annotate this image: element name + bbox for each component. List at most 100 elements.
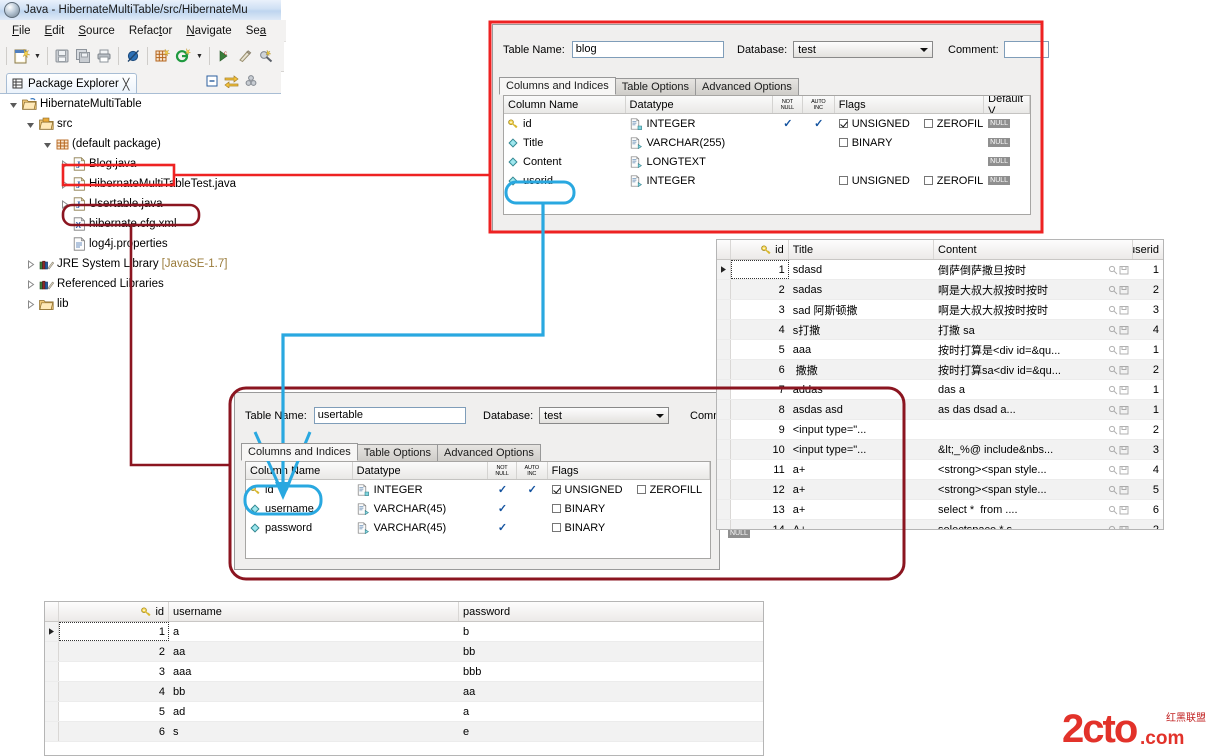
usertable-tab-advanced-options[interactable]: Advanced Options (437, 444, 541, 461)
cell-password[interactable]: bbb (459, 662, 759, 681)
blog-col-header[interactable]: Column Name (504, 96, 626, 113)
blog-grid-header-id[interactable]: id (731, 240, 789, 259)
cell-title[interactable]: asdas asd (789, 400, 934, 419)
datatype-cell[interactable]: INTEGER (353, 480, 488, 499)
flags-cell[interactable]: BINARY (548, 499, 710, 518)
checkbox-icon[interactable] (838, 138, 848, 147)
tree-item-hibernate-cfg-xml[interactable]: Xhibernate.cfg.xml (0, 214, 281, 234)
cell-userid[interactable]: 5 (1133, 480, 1163, 499)
cell-tools[interactable] (1108, 465, 1129, 475)
flag-zerofill[interactable]: ZEROFILL (923, 118, 984, 130)
cell-content[interactable]: 倒萨倒萨撒旦按时 (934, 260, 1133, 279)
menu-navigate[interactable]: Navigate (179, 23, 238, 39)
cell-id[interactable]: 8 (731, 400, 789, 419)
datatype-cell[interactable]: VARCHAR(255) (626, 133, 773, 152)
checkbox-icon[interactable] (923, 119, 933, 128)
blog-data-grid[interactable]: idTitleContentuserid 1sdasd倒萨倒萨撒旦按时12sad… (716, 239, 1164, 530)
cell-title[interactable]: a+ (789, 500, 934, 519)
row-marker[interactable] (717, 460, 731, 479)
usertable-col-header[interactable]: Column Name (246, 462, 353, 479)
cell-id[interactable]: 4 (59, 682, 169, 701)
cell-userid[interactable]: 3 (1133, 300, 1163, 319)
cell-password[interactable]: bb (459, 642, 759, 661)
checkbox-icon[interactable] (838, 176, 848, 185)
usertable-col-header[interactable]: Datatype (353, 462, 489, 479)
usertable-column-row[interactable]: password VARCHAR(45) ✓ BINARY (246, 518, 710, 537)
cell-username[interactable]: a (169, 622, 459, 641)
usertable-data-row[interactable]: 5 ad a (45, 702, 763, 722)
cell-tools[interactable] (1108, 385, 1129, 395)
cell-content[interactable]: 按时打算sa<div id=&qu... (934, 360, 1133, 379)
usertable-table-name-input[interactable] (313, 407, 466, 424)
checkbox-icon[interactable] (838, 119, 848, 128)
blog-database-select[interactable]: test (793, 41, 934, 58)
default-value-cell[interactable]: NULL (984, 133, 1030, 152)
checkbox-icon[interactable] (923, 176, 933, 185)
cell-content[interactable]: 啊是大叔大叔按时按时 (934, 280, 1133, 299)
cell-userid[interactable]: 1 (1133, 380, 1163, 399)
cell-id[interactable]: 7 (731, 380, 789, 399)
cell-title[interactable]: 撒撒 (789, 360, 934, 379)
row-marker[interactable] (717, 340, 731, 359)
blog-data-row[interactable]: 6 撒撒 按时打算sa<div id=&qu... 2 (717, 360, 1163, 380)
blog-data-row[interactable]: 2 sadas 啊是大叔大叔按时按时 2 (717, 280, 1163, 300)
cell-userid[interactable]: 1 (1133, 260, 1163, 279)
blog-grid-header-userid[interactable]: userid (1133, 240, 1163, 259)
blog-data-row[interactable]: 14 A+ selectspace * s... 2 (717, 520, 1163, 530)
cell-username[interactable]: s (169, 722, 459, 741)
tree-twisty-collapsed[interactable] (25, 279, 36, 290)
usertable-data-row[interactable]: 4 bb aa (45, 682, 763, 702)
search-icon[interactable] (1108, 445, 1118, 455)
cell-userid[interactable]: 2 (1133, 420, 1163, 439)
blog-data-row[interactable]: 11 a+ <strong><span style... 4 (717, 460, 1163, 480)
cell-id[interactable]: 2 (731, 280, 789, 299)
column-name-cell[interactable]: id (246, 480, 353, 499)
tree-item-log4j-properties[interactable]: log4j.properties (0, 234, 281, 254)
not-null-cell[interactable]: ✓ (488, 499, 517, 518)
cell-username[interactable]: bb (169, 682, 459, 701)
flag-unsigned[interactable]: UNSIGNED (838, 175, 910, 187)
blog-col-header[interactable]: Datatype (626, 96, 773, 113)
usertable-tab-table-options[interactable]: Table Options (356, 444, 438, 461)
tree-twisty-collapsed[interactable] (59, 159, 70, 170)
row-marker[interactable] (717, 500, 731, 519)
checkbox-icon[interactable] (551, 523, 561, 532)
cell-id[interactable]: 5 (59, 702, 169, 721)
save-all-icon[interactable] (73, 46, 93, 66)
blog-comment-input[interactable] (1003, 41, 1049, 58)
tree-item-jre-system-library[interactable]: JRE System Library [JavaSE-1.7] (0, 254, 281, 274)
cell-title[interactable]: aaa (789, 340, 934, 359)
cell-id[interactable]: 1 (730, 260, 789, 279)
cell-id[interactable]: 6 (59, 722, 169, 741)
usertable-col-header[interactable]: NOT NULL (488, 462, 517, 479)
tree-item-lib[interactable]: lib (0, 294, 281, 314)
blog-column-row[interactable]: Title VARCHAR(255) BINARY NULL (504, 133, 1030, 152)
row-marker[interactable] (45, 682, 59, 701)
cell-title[interactable]: A+ (789, 520, 934, 530)
tree-twisty-collapsed[interactable] (25, 259, 36, 270)
auto-inc-cell[interactable] (803, 152, 835, 171)
cell-tools[interactable] (1108, 285, 1129, 295)
row-marker[interactable] (717, 320, 731, 339)
cell-tools[interactable] (1108, 405, 1129, 415)
link-with-editor-icon[interactable] (224, 74, 239, 91)
view-close-icon[interactable]: ╳ (123, 78, 130, 91)
save-cell-icon[interactable] (1119, 465, 1129, 475)
save-cell-icon[interactable] (1119, 445, 1129, 455)
blog-column-row[interactable]: id INTEGER ✓ ✓ UNSIGNED ZEROFILL NULL (504, 114, 1030, 133)
package-explorer-tree[interactable]: HibernateMultiTable src (default package) J… (0, 93, 281, 342)
blog-grid-header-title[interactable]: Title (789, 240, 935, 259)
tree-twisty-expanded[interactable] (8, 99, 19, 110)
cell-username[interactable]: ad (169, 702, 459, 721)
search-icon[interactable] (1108, 385, 1118, 395)
column-name-cell[interactable]: password (246, 518, 353, 537)
menu-edit[interactable]: Edit (38, 23, 72, 39)
search-icon[interactable] (1108, 265, 1118, 275)
not-null-cell[interactable]: ✓ (773, 114, 803, 133)
usertable-columns-grid[interactable]: Column Name Datatype NOT NULL AUTO INC Flags i… (245, 461, 711, 559)
checkbox-icon[interactable] (636, 485, 646, 494)
cell-id[interactable]: 4 (731, 320, 789, 339)
usertable-column-row[interactable]: id INTEGER ✓ ✓ UNSIGNED ZEROFILL (246, 480, 710, 499)
usertable-column-row[interactable]: username VARCHAR(45) ✓ BINARY (246, 499, 710, 518)
cell-content[interactable]: <strong><span style... (934, 460, 1133, 479)
